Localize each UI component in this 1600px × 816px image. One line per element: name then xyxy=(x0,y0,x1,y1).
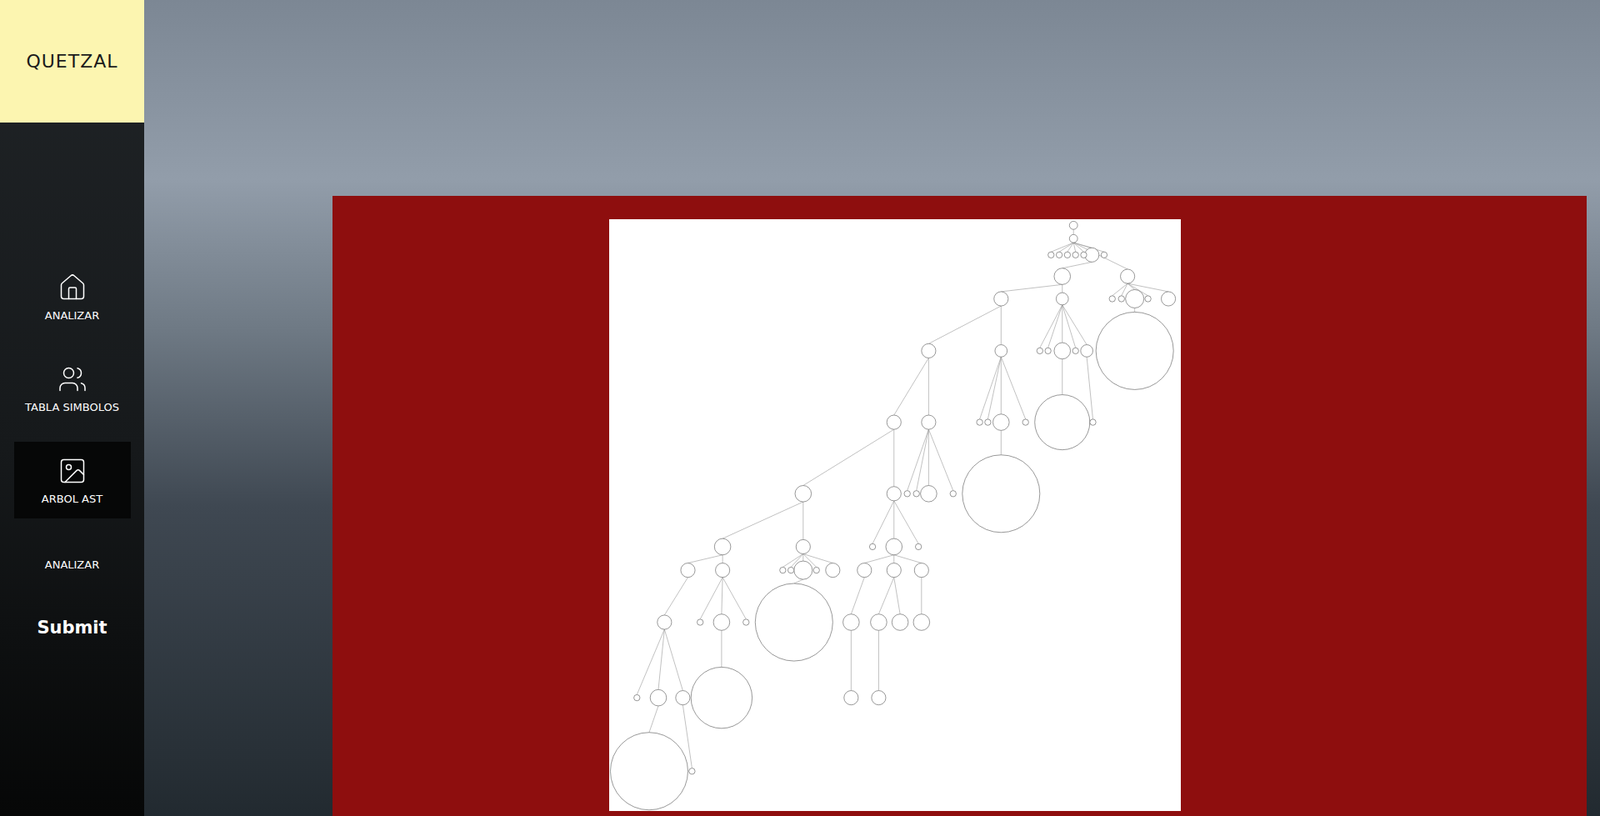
sidebar-item[interactable]: TABLA SIMBOLOS xyxy=(14,350,131,427)
app-page: QUETZALANALIZARTABLA SIMBOLOSARBOL ASTAN… xyxy=(0,0,1600,816)
submit-button[interactable]: Submit xyxy=(28,614,115,641)
main-area xyxy=(144,0,1600,816)
analyze-link[interactable]: ANALIZAR xyxy=(38,555,106,575)
sidebar-item[interactable]: ANALIZAR xyxy=(14,258,131,335)
ast-tree-image xyxy=(609,219,1181,811)
users-icon xyxy=(57,364,88,395)
content-panel xyxy=(332,195,1587,816)
image-icon xyxy=(57,455,88,486)
sidebar: QUETZALANALIZARTABLA SIMBOLOSARBOL ASTAN… xyxy=(0,0,145,816)
logo: QUETZAL xyxy=(0,0,145,123)
home-icon xyxy=(57,272,88,303)
sidebar-item[interactable]: ARBOL AST xyxy=(14,441,131,519)
nav-list: ANALIZAR TABLA SIMBOLOS ARBOL AST xyxy=(0,258,145,519)
